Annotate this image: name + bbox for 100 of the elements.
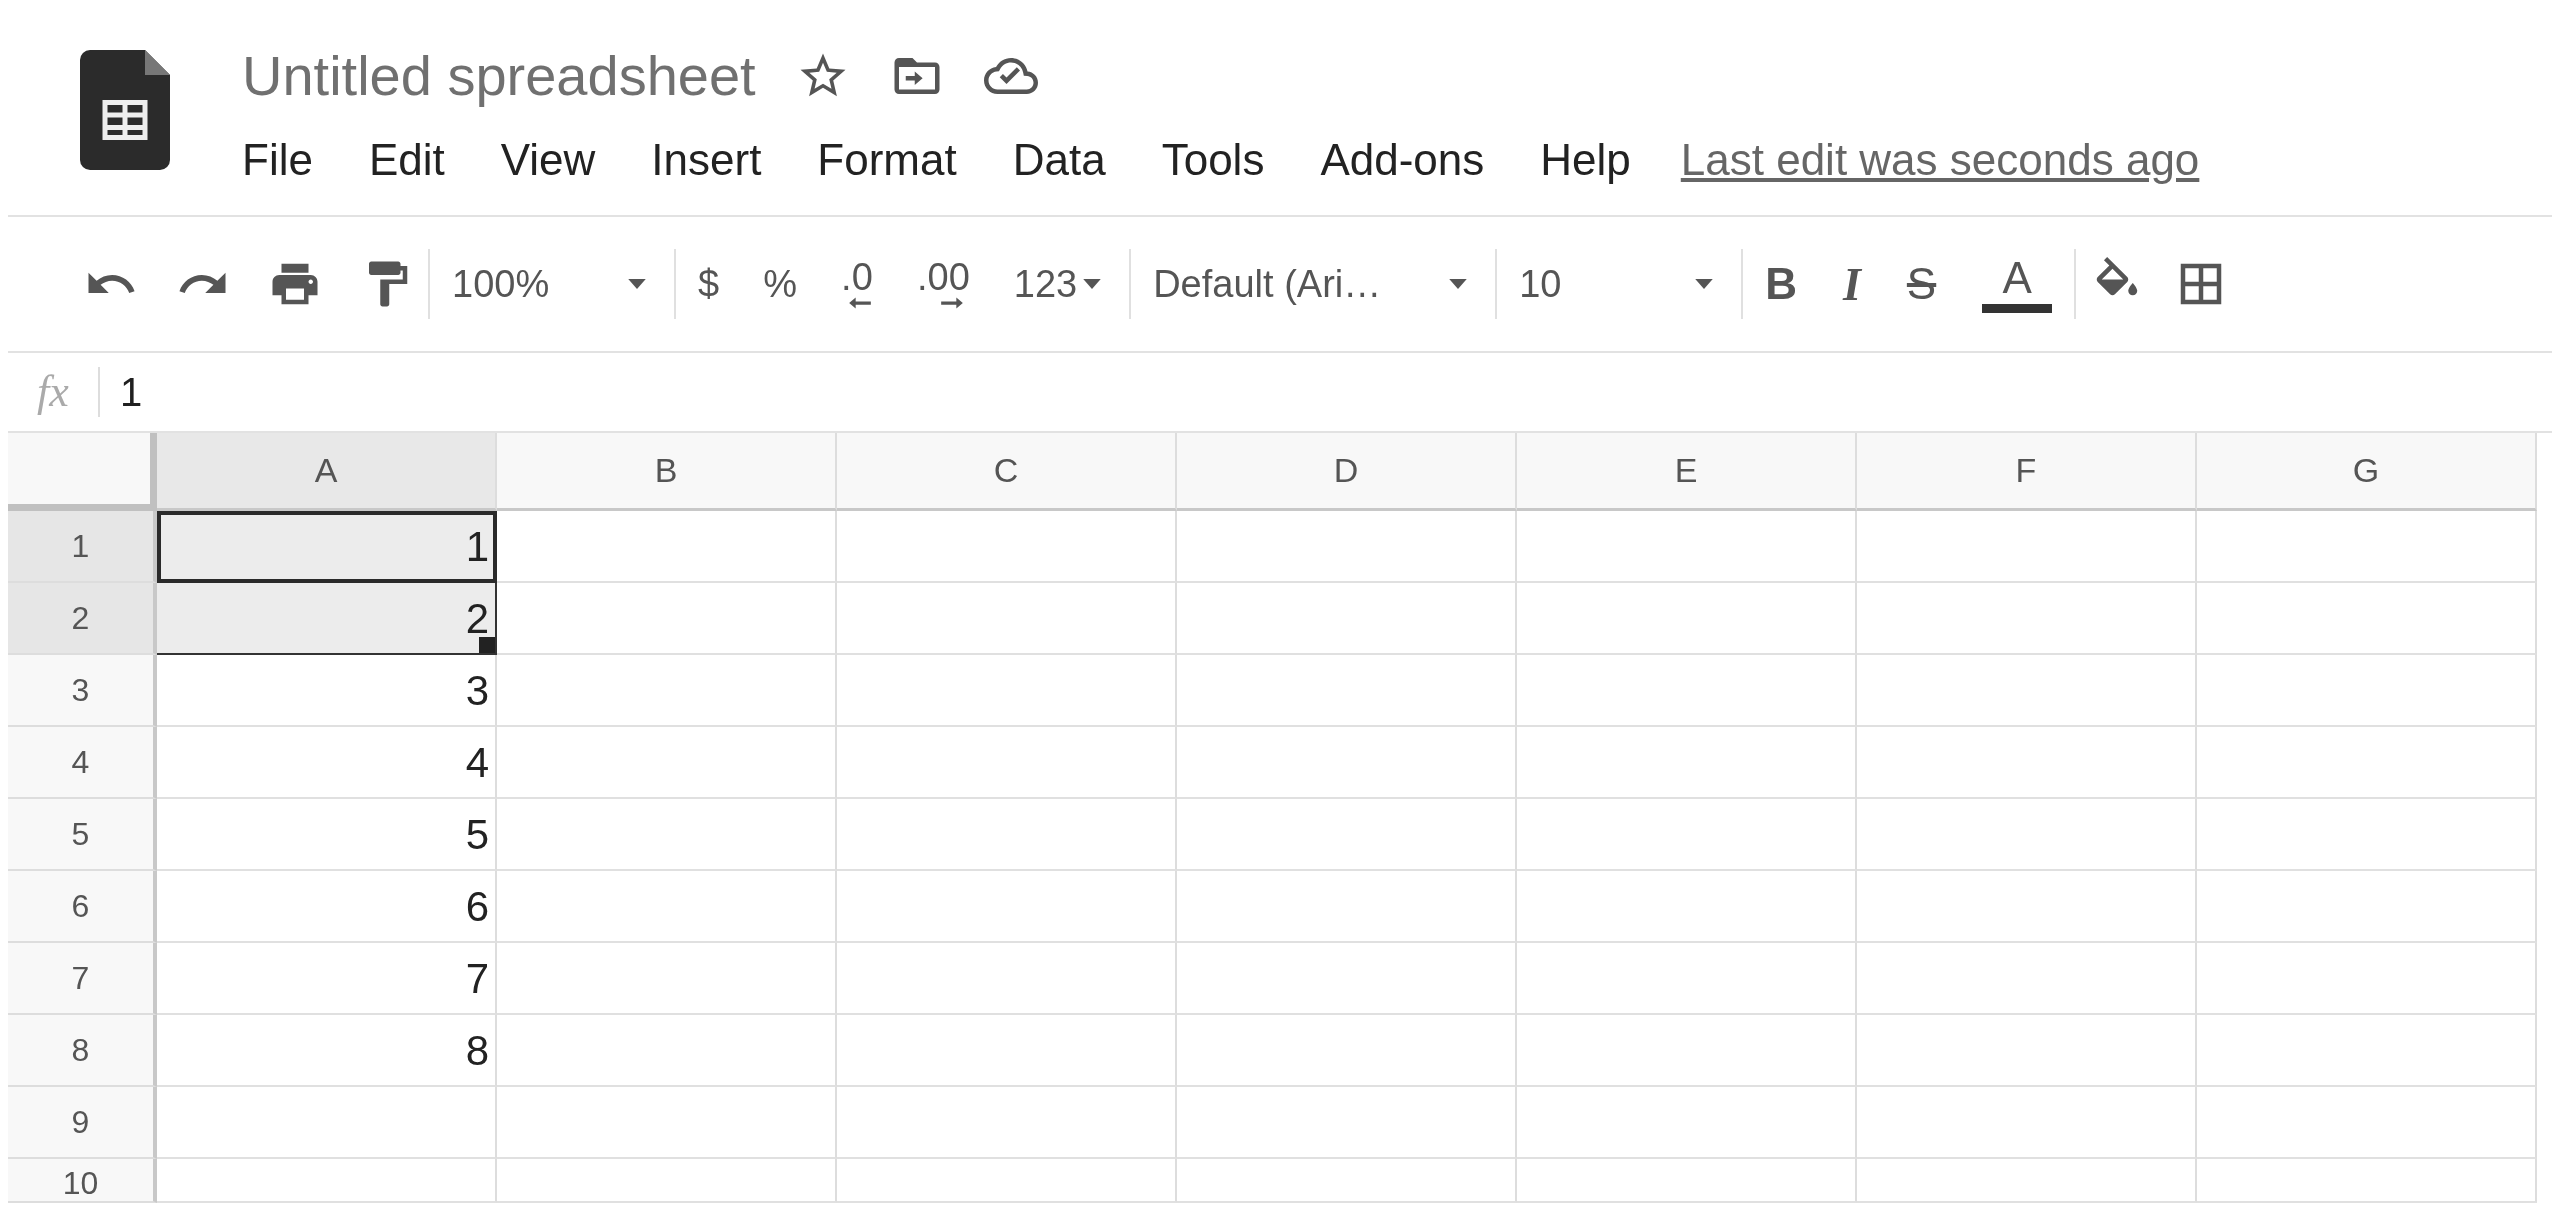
dropdown[interactable]: Default (Ari… xyxy=(1145,244,1482,324)
table-cell[interactable] xyxy=(2197,655,2537,727)
table-cell[interactable] xyxy=(1857,655,2197,727)
table-cell[interactable] xyxy=(2197,727,2537,799)
table-cell[interactable] xyxy=(1857,799,2197,871)
table-cell[interactable]: 4 xyxy=(157,727,497,799)
dropdown[interactable]: 10 xyxy=(1511,244,1728,324)
table-cell[interactable] xyxy=(497,1087,837,1159)
menu-item[interactable]: Edit xyxy=(368,138,445,182)
table-cell[interactable] xyxy=(2197,943,2537,1015)
table-cell[interactable] xyxy=(1177,655,1517,727)
table-cell[interactable]: 6 xyxy=(157,871,497,943)
table-cell[interactable] xyxy=(1857,583,2197,655)
decimal-button[interactable]: .00 xyxy=(908,244,978,324)
table-cell[interactable] xyxy=(1857,1159,2197,1203)
table-cell[interactable] xyxy=(1177,943,1517,1015)
table-cell[interactable] xyxy=(2197,511,2537,583)
fill-handle[interactable] xyxy=(479,637,495,653)
menu-item[interactable]: Insert xyxy=(651,138,762,182)
italic-button[interactable]: I xyxy=(1834,244,1869,324)
table-cell[interactable]: 5 xyxy=(157,799,497,871)
table-cell[interactable] xyxy=(1517,871,1857,943)
strikethrough-button[interactable]: S xyxy=(1898,244,1945,324)
table-cell[interactable] xyxy=(1177,1159,1517,1203)
table-cell[interactable] xyxy=(837,655,1177,727)
table-cell[interactable]: 2 xyxy=(157,583,497,655)
format-button[interactable]: % xyxy=(755,244,805,324)
table-cell[interactable] xyxy=(2197,1015,2537,1087)
table-cell[interactable] xyxy=(837,511,1177,583)
table-cell[interactable] xyxy=(1177,871,1517,943)
table-cell[interactable] xyxy=(1857,1087,2197,1159)
table-cell[interactable] xyxy=(1177,1015,1517,1087)
table-cell[interactable] xyxy=(1517,583,1857,655)
table-cell[interactable] xyxy=(837,1015,1177,1087)
table-cell[interactable] xyxy=(1517,511,1857,583)
table-cell[interactable]: 7 xyxy=(157,943,497,1015)
last-edit-link[interactable]: Last edit was seconds ago xyxy=(1680,138,2200,182)
dropdown[interactable]: 100% xyxy=(444,244,660,324)
row-header[interactable]: 7 xyxy=(8,943,157,1015)
table-cell[interactable] xyxy=(497,1159,837,1203)
formula-value[interactable]: 1 xyxy=(120,362,143,422)
decimal-button[interactable]: .0 xyxy=(832,244,881,324)
table-cell[interactable] xyxy=(1177,727,1517,799)
table-cell[interactable] xyxy=(1517,1015,1857,1087)
menu-item[interactable]: Format xyxy=(817,138,957,182)
row-header[interactable]: 2 xyxy=(8,583,157,655)
table-cell[interactable] xyxy=(1177,511,1517,583)
table-cell[interactable] xyxy=(837,799,1177,871)
table-cell[interactable]: 8 xyxy=(157,1015,497,1087)
table-cell[interactable] xyxy=(1517,1159,1857,1203)
row-header[interactable]: 4 xyxy=(8,727,157,799)
table-cell[interactable] xyxy=(2197,583,2537,655)
table-cell[interactable] xyxy=(1517,1087,1857,1159)
table-cell[interactable] xyxy=(497,799,837,871)
column-header[interactable]: B xyxy=(497,433,837,511)
table-cell[interactable] xyxy=(497,583,837,655)
row-header[interactable]: 8 xyxy=(8,1015,157,1087)
row-header[interactable]: 10 xyxy=(8,1159,157,1203)
row-header[interactable]: 6 xyxy=(8,871,157,943)
table-cell[interactable] xyxy=(1177,799,1517,871)
table-cell[interactable] xyxy=(2197,871,2537,943)
column-header[interactable]: A xyxy=(157,433,497,511)
table-cell[interactable] xyxy=(157,1087,497,1159)
bold-button[interactable]: B xyxy=(1757,244,1805,324)
select-all-corner[interactable] xyxy=(8,433,157,511)
table-cell[interactable] xyxy=(497,511,837,583)
table-cell[interactable] xyxy=(1517,943,1857,1015)
table-cell[interactable] xyxy=(1177,1087,1517,1159)
table-cell[interactable]: 1 xyxy=(157,511,497,583)
row-header[interactable]: 5 xyxy=(8,799,157,871)
table-cell[interactable] xyxy=(2197,1159,2537,1203)
format-button[interactable]: $ xyxy=(690,244,728,324)
table-cell[interactable] xyxy=(1857,727,2197,799)
table-cell[interactable] xyxy=(837,871,1177,943)
column-header[interactable]: G xyxy=(2197,433,2537,511)
table-cell[interactable] xyxy=(1517,655,1857,727)
table-cell[interactable] xyxy=(497,943,837,1015)
table-cell[interactable] xyxy=(1517,727,1857,799)
table-cell[interactable] xyxy=(1857,871,2197,943)
text-color-button[interactable]: A xyxy=(1974,244,2061,324)
column-header[interactable]: C xyxy=(837,433,1177,511)
table-cell[interactable] xyxy=(1177,583,1517,655)
sheets-logo[interactable] xyxy=(80,48,170,172)
table-cell[interactable] xyxy=(2197,799,2537,871)
menu-item[interactable]: Tools xyxy=(1161,138,1265,182)
table-cell[interactable] xyxy=(2197,1087,2537,1159)
row-header[interactable]: 1 xyxy=(8,511,157,583)
column-header[interactable]: F xyxy=(1857,433,2197,511)
menu-item[interactable]: File xyxy=(242,138,313,182)
table-cell[interactable] xyxy=(1857,511,2197,583)
table-cell[interactable] xyxy=(497,871,837,943)
table-cell[interactable] xyxy=(837,943,1177,1015)
table-cell[interactable] xyxy=(1857,1015,2197,1087)
table-cell[interactable] xyxy=(1517,799,1857,871)
menu-item[interactable]: Help xyxy=(1540,138,1631,182)
table-cell[interactable] xyxy=(157,1159,497,1203)
table-cell[interactable]: 3 xyxy=(157,655,497,727)
table-cell[interactable] xyxy=(837,583,1177,655)
number-format-button[interactable]: 123 xyxy=(1005,244,1116,324)
menu-item[interactable]: View xyxy=(500,138,596,182)
